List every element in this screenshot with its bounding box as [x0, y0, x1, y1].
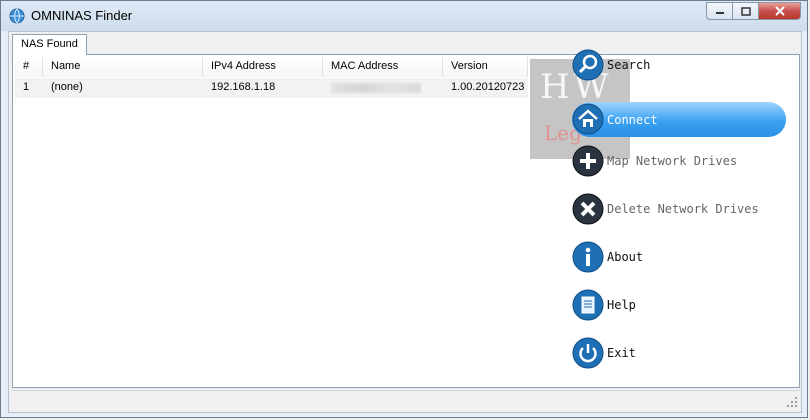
info-icon — [572, 241, 604, 273]
maximize-button[interactable] — [732, 2, 758, 20]
help-button[interactable]: Help — [566, 281, 796, 329]
resize-grip-icon[interactable] — [786, 396, 798, 408]
title-bar[interactable]: OMNINAS Finder — [1, 1, 807, 31]
plus-icon — [572, 145, 604, 177]
close-icon — [774, 6, 785, 16]
column-header-number[interactable]: # — [15, 57, 43, 77]
redacted-mac — [331, 83, 421, 93]
column-header-version[interactable]: Version — [443, 57, 528, 77]
search-label: Search — [607, 58, 651, 72]
cell-mac — [323, 78, 443, 98]
window-title: OMNINAS Finder — [31, 8, 133, 23]
status-bar — [12, 390, 800, 410]
column-header-mac[interactable]: MAC Address — [323, 57, 443, 77]
help-label: Help — [607, 298, 636, 312]
home-icon — [572, 103, 604, 135]
connect-highlight — [572, 102, 786, 137]
tab-nas-found[interactable]: NAS Found — [12, 34, 87, 55]
delete-network-drives-label: Delete Network Drives — [607, 202, 759, 216]
help-book-icon — [572, 289, 604, 321]
map-network-drives-label: Map Network Drives — [607, 154, 738, 168]
search-button[interactable]: Search — [566, 41, 796, 89]
cell-ipv4: 192.168.1.18 — [211, 81, 276, 93]
connect-label: Connect — [607, 113, 658, 127]
connect-button[interactable]: Connect — [566, 89, 796, 137]
column-header-name[interactable]: Name — [43, 57, 203, 77]
power-icon — [572, 337, 604, 369]
cell-version: 1.00.20120723 — [451, 81, 525, 93]
exit-button[interactable]: Exit — [566, 329, 796, 377]
table-header: # Name IPv4 Address MAC Address Version — [15, 57, 528, 77]
delete-x-icon — [572, 193, 604, 225]
about-label: About — [607, 250, 644, 264]
table-row[interactable]: 1 (none) 192.168.1.18 1.00.20120723 — [15, 78, 528, 98]
exit-label: Exit — [607, 346, 636, 360]
minimize-icon — [715, 12, 724, 14]
maximize-icon — [740, 6, 751, 16]
cell-name: (none) — [51, 81, 83, 93]
search-icon — [572, 49, 604, 81]
app-window: OMNINAS Finder NAS Found # Name IPv4 Add… — [0, 0, 808, 418]
globe-icon — [9, 8, 25, 24]
delete-network-drives-button[interactable]: Delete Network Drives — [566, 185, 796, 233]
column-header-ipv4[interactable]: IPv4 Address — [203, 57, 323, 77]
close-button[interactable] — [758, 2, 801, 20]
cell-number: 1 — [23, 81, 30, 93]
map-network-drives-button[interactable]: Map Network Drives — [566, 137, 796, 185]
action-menu: Search Connect Map Network Drives Delete… — [566, 41, 796, 377]
minimize-button[interactable] — [706, 2, 732, 20]
about-button[interactable]: About — [566, 233, 796, 281]
